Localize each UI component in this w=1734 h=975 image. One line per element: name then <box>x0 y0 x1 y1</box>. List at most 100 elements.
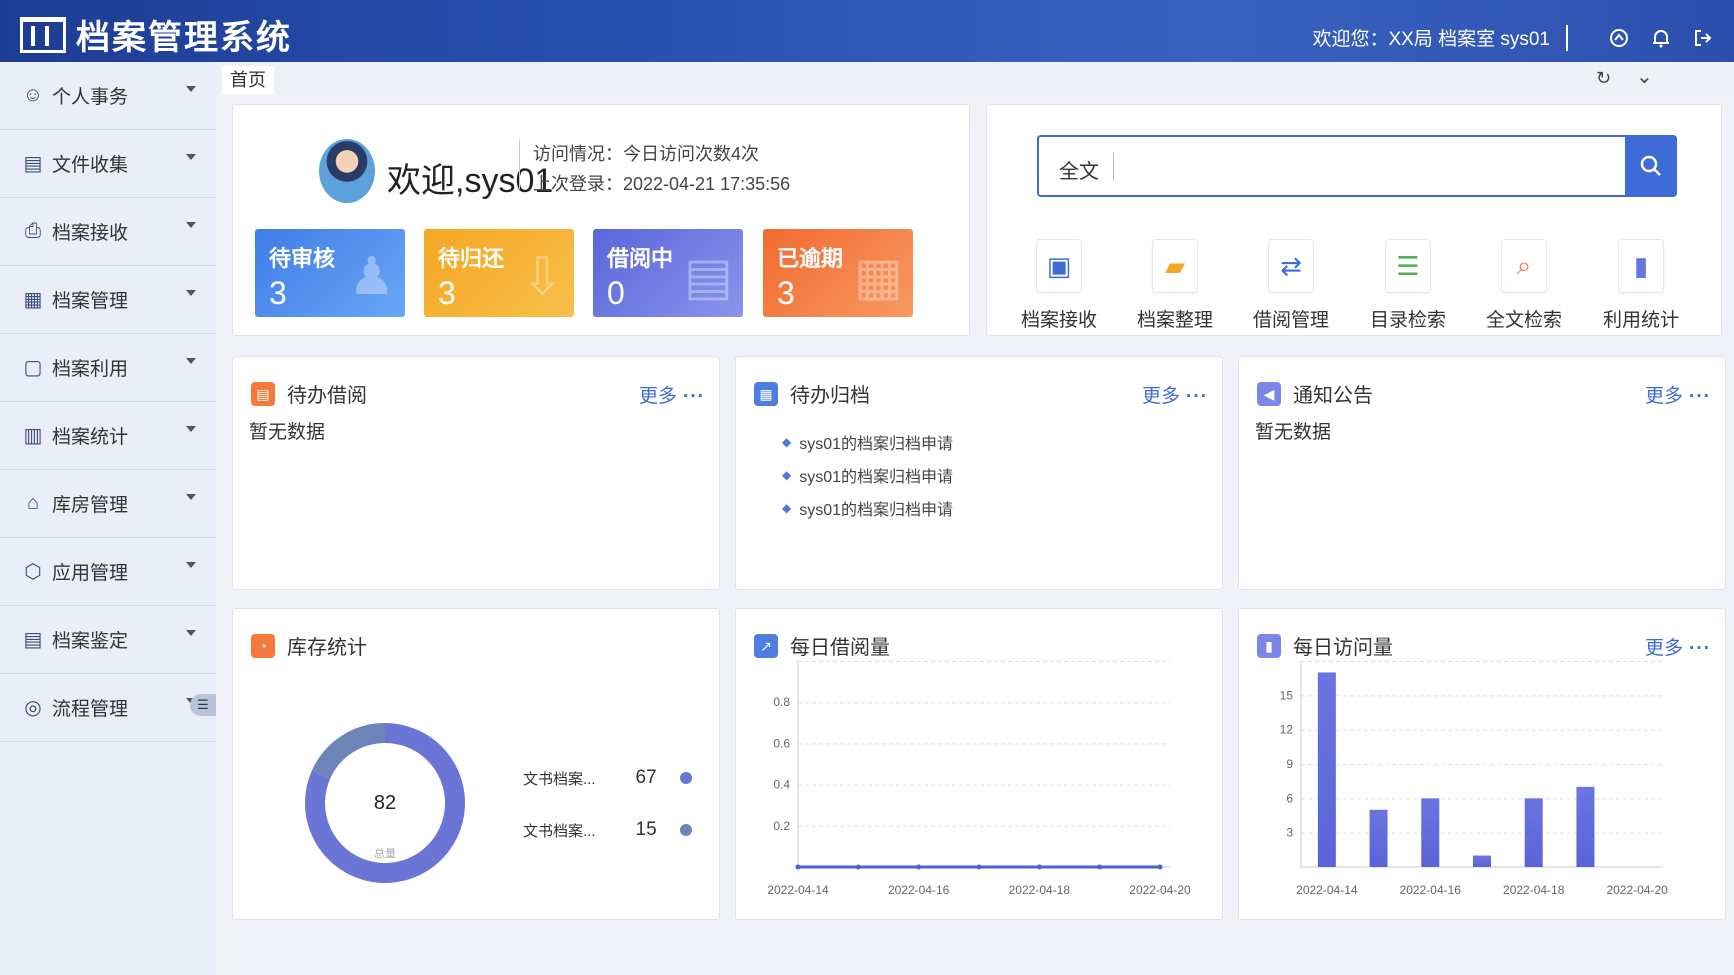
stat-value: 3 <box>438 275 456 311</box>
list-item[interactable]: ◆ sys01的档案归档申请 <box>782 425 953 458</box>
more-link[interactable]: 更多 ··· <box>1645 381 1711 408</box>
quick-link-borrow[interactable]: ⇄ 借阅管理 <box>1241 239 1341 332</box>
x-tick-label: 2022-04-18 <box>1503 883 1565 897</box>
sidebar-item-use[interactable]: ▢ 档案利用 <box>0 334 216 402</box>
sidebar-item-label: 档案利用 <box>52 359 129 380</box>
legend-value: 15 <box>635 819 657 840</box>
data-point <box>1036 864 1042 870</box>
more-label: 更多 <box>1645 386 1684 407</box>
panel-title: 待办归档 <box>790 385 870 407</box>
notice-panel: ◀ 通知公告 更多 ··· 暂无数据 <box>1238 356 1726 590</box>
appraise-icon: ▤ <box>23 629 43 651</box>
tab-home[interactable]: 首页 <box>222 66 274 94</box>
process-icon: ◎ <box>24 697 42 719</box>
tab-bar: 首页 ↻ ⌄ <box>216 62 1734 94</box>
sidebar-item-process[interactable]: ◎ 流程管理 <box>0 674 216 742</box>
sidebar-item-label: 个人事务 <box>52 87 129 108</box>
more-link[interactable]: 更多 ··· <box>1142 381 1208 408</box>
diamond-icon: ◆ <box>782 434 792 449</box>
sidebar-item-app[interactable]: ⬡ 应用管理 <box>0 538 216 606</box>
sidebar-item-personal[interactable]: ☺ 个人事务 <box>0 62 216 130</box>
quick-link-label: 全文检索 <box>1485 310 1562 331</box>
header-divider <box>1566 24 1568 51</box>
donut-center-value: 82 <box>374 792 396 814</box>
cube-icon: ⬡ <box>24 561 42 583</box>
y-tick-label: 6 <box>1286 791 1293 805</box>
sidebar-item-warehouse[interactable]: ⌂ 库房管理 <box>0 470 216 538</box>
stat-pending-review[interactable]: 待审核 3 ♟ <box>255 229 405 317</box>
list-item-label: sys01的档案归档申请 <box>799 468 954 486</box>
fulltext-search-icon: ⌕ <box>1501 239 1547 293</box>
empty-text: 暂无数据 <box>249 422 326 443</box>
refresh-icon[interactable]: ↻ <box>1596 68 1611 89</box>
notebook-icon: ▤ <box>683 248 733 306</box>
legend-dot <box>679 824 692 836</box>
bell-icon[interactable] <box>1650 27 1672 49</box>
more-link[interactable]: 更多 ··· <box>639 381 705 408</box>
user-group-icon: ☺ <box>22 84 44 106</box>
data-point <box>1097 864 1103 870</box>
sidebar-item-file-collect[interactable]: ▤ 文件收集 <box>0 130 216 198</box>
quick-link-usage[interactable]: ▮ 利用统计 <box>1591 239 1691 332</box>
bar <box>1421 798 1440 867</box>
sidebar-item-label: 档案鉴定 <box>52 631 129 652</box>
stat-label: 借阅中 <box>607 246 674 271</box>
navigation-icon[interactable] <box>1608 27 1630 49</box>
quick-link-organize[interactable]: ▰ 档案整理 <box>1125 239 1225 332</box>
empty-text: 暂无数据 <box>1255 422 1332 443</box>
y-tick-label: 0.8 <box>773 695 790 709</box>
user-greeting: 欢迎您：XX局 档案室 sys01 <box>1312 29 1550 50</box>
chevron-down-icon[interactable]: ⌄ <box>1636 64 1653 89</box>
doc-manage-icon: ▦ <box>23 289 43 311</box>
file-collect-icon: ▤ <box>23 153 43 175</box>
more-label: 更多 <box>1142 386 1181 407</box>
legend-label: 文书档案... <box>523 822 596 840</box>
stat-pending-return[interactable]: 待归还 3 ⇩ <box>424 229 574 317</box>
bar <box>1576 786 1595 867</box>
caret-down-icon <box>186 86 196 92</box>
search-card: 全文 ▣ 档案接收 ▰ 档案整理 ⇄ 借阅管理 ☰ 目录检索 ⌕ 全文检索 ▮ … <box>986 104 1722 336</box>
caret-down-icon <box>186 562 196 568</box>
search-input[interactable]: 全文 <box>1037 135 1677 197</box>
sidebar-item-appraise[interactable]: ▤ 档案鉴定 <box>0 606 216 674</box>
list-item-label: sys01的档案归档申请 <box>799 435 954 453</box>
legend-item[interactable]: 文书档案... 15 <box>523 819 692 841</box>
panel-header: ▤ 待办借阅 <box>251 379 367 408</box>
app-header: 档案管理系统 欢迎您：XX局 档案室 sys01 <box>0 0 1734 62</box>
pending-borrow-panel: ▤ 待办借阅 更多 ··· 暂无数据 <box>232 356 720 590</box>
daily-borrow-chart: 0.2 0.4 0.6 0.8 2022-04-14 2022-04-16 2022-04-… <box>767 661 1191 897</box>
borrow-task-icon: ▤ <box>251 381 275 406</box>
search-button[interactable] <box>1625 135 1677 197</box>
last-login: 上次登录：2022-04-21 17:35:56 <box>533 174 791 194</box>
stat-label: 待审核 <box>269 246 336 271</box>
bar <box>1369 809 1388 867</box>
quick-link-catalog[interactable]: ☰ 目录检索 <box>1358 239 1458 332</box>
legend-item[interactable]: 文书档案... 67 <box>523 767 692 789</box>
caret-down-icon <box>186 154 196 160</box>
data-point <box>795 864 801 870</box>
caret-down-icon <box>186 290 196 296</box>
sidebar-item-label: 文件收集 <box>52 155 129 176</box>
sidebar-collapse-icon[interactable]: ☰ <box>190 694 216 716</box>
diamond-icon: ◆ <box>782 500 792 515</box>
catalog-icon: ☰ <box>1385 239 1431 293</box>
sidebar-item-label: 档案接收 <box>52 223 129 244</box>
stat-overdue[interactable]: 已逾期 3 ▦ <box>763 229 913 317</box>
calendar-alert-icon: ▦ <box>853 248 903 306</box>
app-title: 档案管理系统 <box>76 19 292 57</box>
quick-link-label: 档案接收 <box>1020 310 1097 331</box>
speaker-icon: ◀ <box>1257 381 1281 406</box>
logout-icon[interactable] <box>1692 27 1714 49</box>
sidebar-item-receive[interactable]: ⎙ 档案接收 <box>0 198 216 266</box>
search-scope[interactable]: 全文 <box>1059 155 1099 184</box>
list-item[interactable]: ◆ sys01的档案归档申请 <box>782 458 953 491</box>
x-tick-label: 2022-04-20 <box>1606 883 1668 897</box>
list-item[interactable]: ◆ sys01的档案归档申请 <box>782 491 953 524</box>
more-dots-icon: ··· <box>1186 386 1208 407</box>
stat-borrowing[interactable]: 借阅中 0 ▤ <box>593 229 743 317</box>
more-label: 更多 <box>639 386 678 407</box>
sidebar-item-manage[interactable]: ▦ 档案管理 <box>0 266 216 334</box>
quick-link-receive[interactable]: ▣ 档案接收 <box>1009 239 1109 332</box>
quick-link-fulltext[interactable]: ⌕ 全文检索 <box>1474 239 1574 332</box>
sidebar-item-stat[interactable]: ▥ 档案统计 <box>0 402 216 470</box>
